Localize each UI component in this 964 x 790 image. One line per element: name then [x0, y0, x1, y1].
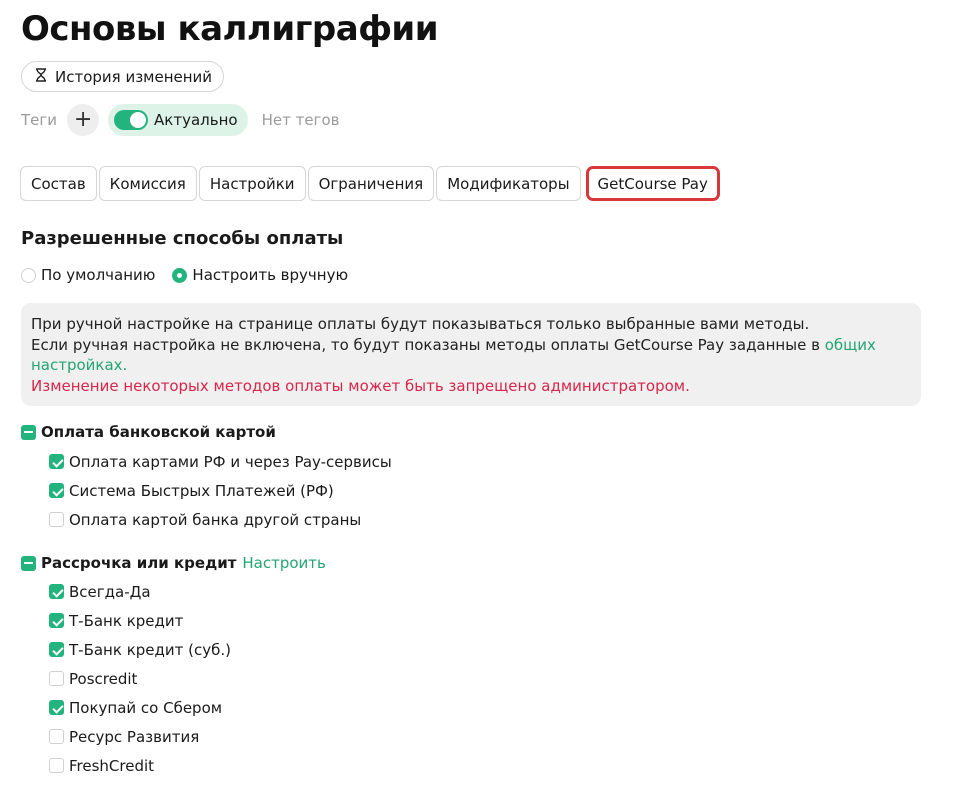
info-warning: Изменение некоторых методов оплаты может… — [31, 376, 690, 395]
list-item[interactable]: FreshCredit — [49, 751, 326, 780]
item-label: FreshCredit — [69, 756, 155, 775]
checkbox[interactable] — [49, 584, 64, 599]
list-item[interactable]: Poscredit — [49, 664, 326, 693]
status-label: Актуально — [154, 110, 238, 129]
radio-manual[interactable]: Настроить вручную — [172, 266, 348, 284]
configure-link[interactable]: Настроить — [242, 554, 325, 572]
info-line-1: При ручной настройке на странице оплаты … — [31, 315, 810, 333]
history-button[interactable]: История изменений — [21, 61, 225, 92]
checkbox[interactable] — [49, 483, 64, 498]
toggle-switch[interactable] — [114, 109, 149, 130]
checkbox[interactable] — [49, 642, 64, 657]
group-installment-title: Рассрочка или кредит — [41, 554, 237, 572]
list-item[interactable]: Оплата картой банка другой страны — [49, 505, 392, 534]
tab-getcourse-pay[interactable]: GetCourse Pay — [585, 166, 720, 201]
checkbox[interactable] — [49, 454, 64, 469]
page-title: Основы каллиграфии — [21, 9, 439, 49]
tab-bar: Состав Комиссия Настройки Ограничения Мо… — [20, 166, 720, 201]
checkbox[interactable] — [49, 671, 64, 686]
list-item[interactable]: Т-Банк кредит — [49, 606, 326, 635]
checkbox[interactable] — [49, 512, 64, 527]
item-label: Оплата картой банка другой страны — [69, 510, 362, 529]
tags-label: Теги — [21, 110, 58, 129]
tab-modifiers[interactable]: Модификаторы — [436, 166, 581, 201]
list-item[interactable]: Система Быстрых Платежей (РФ) — [49, 476, 392, 505]
info-line-2: Если ручная настройка не включена, то бу… — [31, 335, 910, 376]
no-tags-text: Нет тегов — [261, 110, 340, 129]
list-item[interactable]: Оплата картами РФ и через Pay-сервисы — [49, 447, 392, 476]
item-label: Poscredit — [69, 669, 138, 688]
tab-composition[interactable]: Состав — [20, 166, 97, 201]
payment-mode-radio-group: По умолчанию Настроить вручную — [21, 266, 365, 284]
list-item[interactable]: Т-Банк кредит (суб.) — [49, 635, 326, 664]
group-bank-card-checkbox[interactable] — [21, 424, 36, 440]
info-box: При ручной настройке на странице оплаты … — [21, 303, 921, 406]
item-label: Ресурс Развития — [69, 727, 200, 746]
checkbox[interactable] — [49, 700, 64, 715]
radio-default-dot[interactable] — [21, 267, 36, 283]
item-label: Т-Банк кредит (суб.) — [69, 640, 231, 659]
group-bank-card-items: Оплата картами РФ и через Pay-сервисы Си… — [49, 447, 392, 534]
group-installment-items: Всегда-Да Т-Банк кредит Т-Банк кредит (с… — [49, 577, 326, 780]
radio-manual-label: Настроить вручную — [192, 266, 349, 284]
checkbox[interactable] — [49, 613, 64, 628]
list-item[interactable]: Покупай со Сбером — [49, 693, 326, 722]
group-installment-head: Рассрочка или кредит Настроить — [21, 552, 326, 574]
radio-default[interactable]: По умолчанию — [21, 266, 155, 284]
checkbox[interactable] — [49, 758, 64, 773]
radio-default-label: По умолчанию — [41, 266, 156, 284]
item-label: Оплата картами РФ и через Pay-сервисы — [69, 452, 392, 471]
info-line-2-text: Если ручная настройка не включена, то бу… — [31, 335, 825, 354]
add-tag-button[interactable]: + — [67, 103, 100, 136]
group-bank-card: Оплата банковской картой Оплата картами … — [21, 421, 392, 534]
item-label: Покупай со Сбером — [69, 698, 223, 717]
tab-settings[interactable]: Настройки — [198, 166, 306, 201]
status-toggle-chip[interactable]: Актуально — [108, 103, 248, 136]
group-installment: Рассрочка или кредит Настроить Всегда-Да… — [21, 552, 326, 780]
hourglass-icon — [35, 67, 47, 86]
tab-restrictions[interactable]: Ограничения — [307, 166, 435, 201]
group-installment-checkbox[interactable] — [21, 555, 36, 571]
item-label: Всегда-Да — [69, 582, 151, 601]
checkbox[interactable] — [49, 729, 64, 744]
section-title: Разрешенные способы оплаты — [21, 228, 344, 249]
list-item[interactable]: Ресурс Развития — [49, 722, 326, 751]
item-label: Система Быстрых Платежей (РФ) — [69, 481, 334, 500]
group-bank-card-head: Оплата банковской картой — [21, 421, 392, 443]
radio-manual-dot[interactable] — [172, 267, 188, 283]
item-label: Т-Банк кредит — [69, 611, 184, 630]
tags-row: Теги + Актуально Нет тегов — [21, 103, 340, 136]
history-label: История изменений — [55, 67, 213, 86]
group-bank-card-title: Оплата банковской картой — [41, 423, 276, 441]
list-item[interactable]: Всегда-Да — [49, 577, 326, 606]
tab-commission[interactable]: Комиссия — [98, 166, 197, 201]
